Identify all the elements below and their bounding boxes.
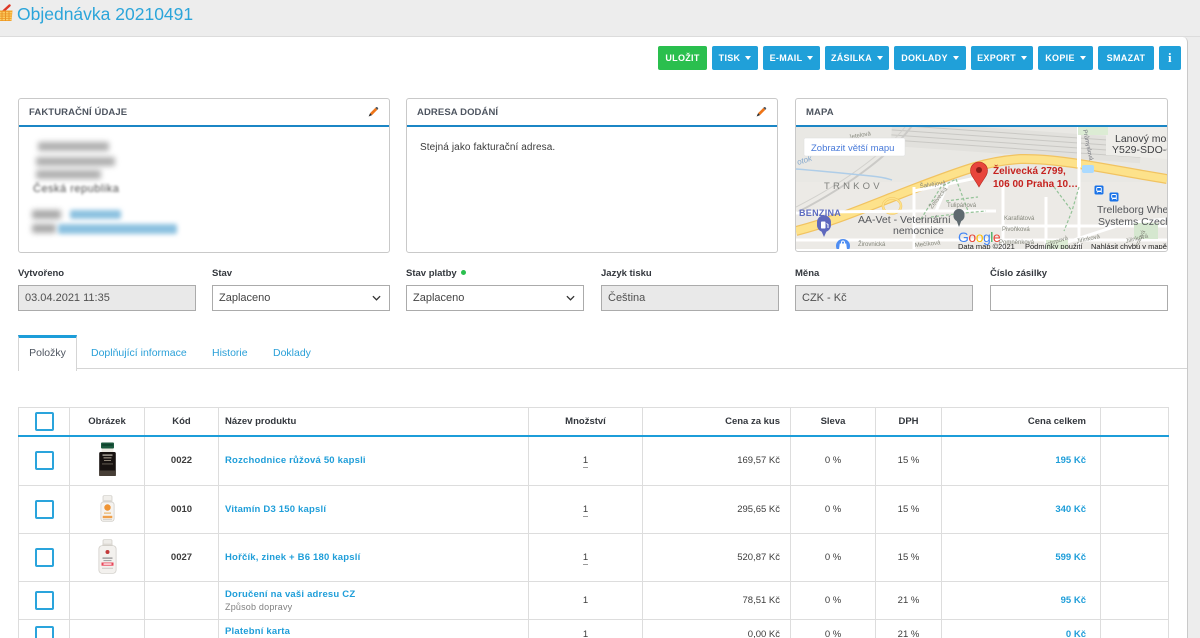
svg-text:Y529-SDO-Č: Y529-SDO-Č <box>1112 143 1167 156</box>
svg-text:Systems Czech: Systems Czech <box>1098 216 1167 228</box>
svg-text:Data map ©2021: Data map ©2021 <box>958 242 1015 249</box>
svg-text:Pivoňková: Pivoňková <box>1002 227 1030 233</box>
svg-text:Karafiátová: Karafiátová <box>1004 216 1035 222</box>
svg-text:TRNKOV: TRNKOV <box>824 181 883 192</box>
svg-text:Nahlásit chybu v mapě: Nahlásit chybu v mapě <box>1091 242 1167 249</box>
svg-text:Trelleborg Whee: Trelleborg Whee <box>1097 204 1167 216</box>
svg-text:Želivecká 2799,: Želivecká 2799, <box>993 164 1066 177</box>
svg-text:Zobrazit větší mapu: Zobrazit větší mapu <box>811 143 894 154</box>
svg-text:Tulipánová: Tulipánová <box>947 203 977 209</box>
svg-text:Podmínky použití: Podmínky použití <box>1025 242 1083 249</box>
svg-text:nemocnice: nemocnice <box>893 225 944 237</box>
svg-text:106 00 Praha 10…: 106 00 Praha 10… <box>993 179 1078 190</box>
svg-text:Žirovnická: Žirovnická <box>858 240 886 248</box>
